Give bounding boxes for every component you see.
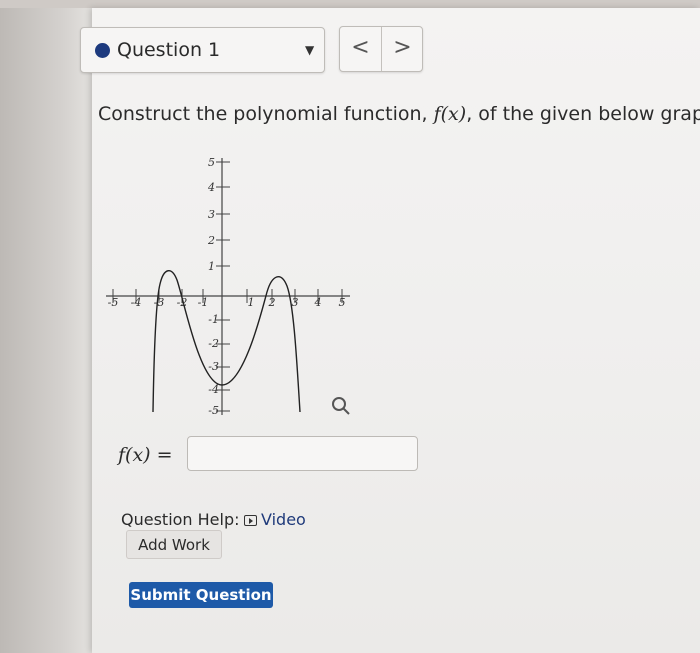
x-tick-label: 5 [339, 296, 346, 309]
y-tick-label: 5 [208, 156, 215, 169]
y-tick-label: 3 [208, 208, 215, 221]
x-tick-label: -1 [198, 296, 209, 309]
caret-down-icon: ▼ [305, 43, 315, 57]
question-selector[interactable]: Question 1 ▼ [80, 27, 325, 73]
y-ticks [216, 161, 230, 412]
question-prefix: Construct the polynomial function, [98, 103, 434, 125]
question-selector-label: Question 1 [117, 39, 221, 61]
question-nav: < > [339, 26, 423, 72]
submit-question-button[interactable]: Submit Question [129, 582, 273, 608]
question-function: f(x) [433, 103, 467, 125]
polynomial-curve [152, 270, 301, 413]
top-strip [0, 0, 700, 8]
y-tick-label: 1 [208, 260, 215, 273]
zoom-icon[interactable] [332, 397, 350, 415]
video-link[interactable]: Video [244, 510, 306, 529]
y-tick-label: -2 [208, 337, 219, 350]
add-work-button[interactable]: Add Work [126, 530, 222, 559]
y-tick-label: -3 [208, 360, 219, 373]
x-tick-label: 1 [248, 296, 255, 309]
x-tick-label: 3 [292, 296, 299, 309]
answer-label-text: f(x) = [118, 444, 173, 466]
question-text: Construct the polynomial function, f(x),… [98, 103, 700, 125]
x-tick-label: -4 [131, 296, 142, 309]
y-tick-label: 2 [207, 234, 215, 247]
question-help-label: Question Help: [121, 510, 240, 529]
prev-question-button[interactable]: < [340, 27, 382, 71]
answer-input[interactable] [187, 436, 418, 471]
video-link-label: Video [261, 510, 306, 529]
y-tick-label: -1 [208, 313, 219, 326]
video-icon [244, 515, 257, 526]
answer-label: f(x) = [118, 444, 173, 466]
x-tick-label: 2 [268, 296, 276, 309]
next-question-button[interactable]: > [382, 27, 423, 71]
question-suffix: , of the given below graph. [466, 103, 700, 125]
x-tick-label: -5 [108, 296, 119, 309]
y-tick-label: 4 [207, 181, 215, 194]
x-tick-label: 4 [314, 296, 322, 309]
y-tick-label: -4 [208, 383, 219, 396]
status-dot-icon [95, 43, 110, 58]
y-tick-label: -5 [208, 404, 219, 417]
left-edge [0, 8, 92, 653]
polynomial-graph: -5 -4 -3 -2 -1 1 2 3 4 5 1 2 3 4 5 -1 -2… [106, 156, 350, 417]
x-tick-label: -3 [154, 296, 165, 309]
